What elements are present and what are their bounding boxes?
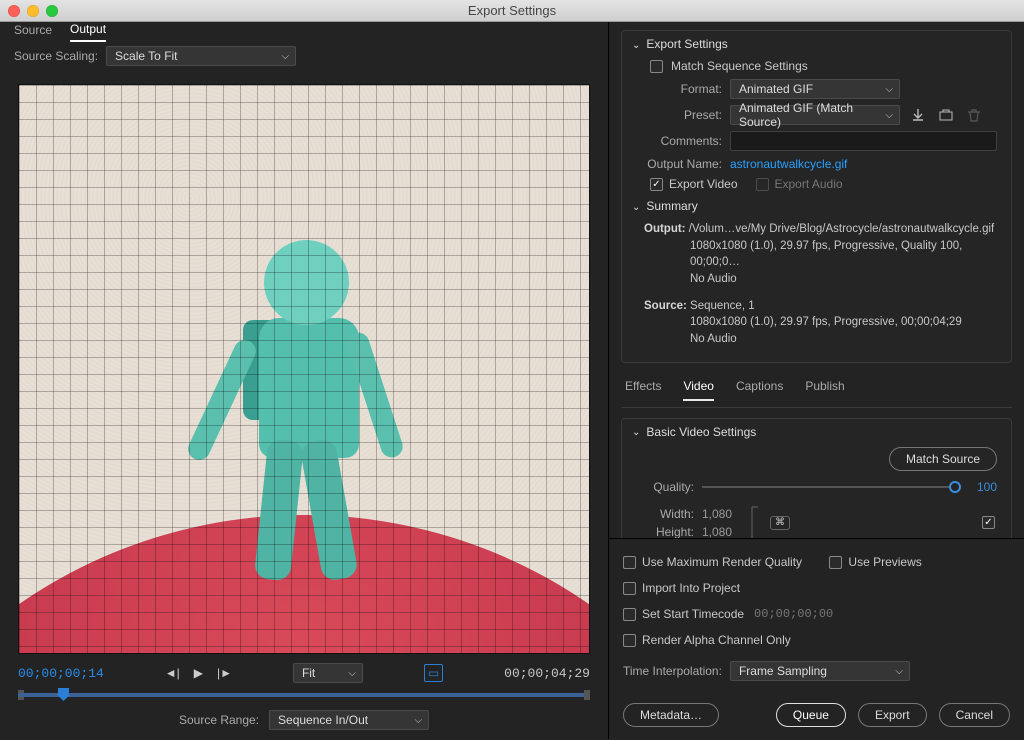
comments-label: Comments: <box>636 134 722 148</box>
export-settings-group: ⌄ Export Settings Match Sequence Setting… <box>621 30 1012 363</box>
tab-effects[interactable]: Effects <box>625 379 661 401</box>
source-scaling-select[interactable]: Scale To Fit ⌵ <box>106 46 296 66</box>
output-name-label: Output Name: <box>636 157 722 171</box>
preset-label: Preset: <box>636 108 722 122</box>
summary-title: Summary <box>646 199 697 213</box>
current-timecode[interactable]: 00;00;00;14 <box>18 666 104 681</box>
link-dimensions-bracket <box>746 501 770 538</box>
play-icon[interactable]: ▶ <box>194 666 203 680</box>
source-range-select[interactable]: Sequence In/Out ⌵ <box>269 710 429 730</box>
output-name-link[interactable]: astronautwalkcycle.gif <box>730 157 847 171</box>
source-range-label: Source Range: <box>179 713 259 727</box>
render-alpha-label: Render Alpha Channel Only <box>642 633 791 647</box>
match-sequence-checkbox[interactable] <box>650 60 663 73</box>
cancel-button[interactable]: Cancel <box>939 703 1010 727</box>
step-back-icon[interactable]: ◄| <box>165 666 180 680</box>
set-start-timecode-label: Set Start Timecode <box>642 607 744 621</box>
tab-source[interactable]: Source <box>14 23 52 41</box>
link-dimensions-toggle[interactable]: ⌘ <box>770 516 790 530</box>
preview-grid-overlay <box>19 85 589 653</box>
tab-publish[interactable]: Publish <box>805 379 844 401</box>
export-audio-label: Export Audio <box>775 177 843 191</box>
max-render-quality-label: Use Maximum Render Quality <box>642 555 802 569</box>
save-preset-icon[interactable] <box>908 105 928 125</box>
source-scaling-label: Source Scaling: <box>14 49 98 63</box>
format-value: Animated GIF <box>739 82 813 96</box>
render-alpha-checkbox[interactable] <box>623 634 636 647</box>
disclosure-icon[interactable]: ⌄ <box>632 202 640 213</box>
chevron-down-icon: ⌵ <box>348 668 356 679</box>
export-video-checkbox[interactable] <box>650 178 663 191</box>
time-interpolation-select[interactable]: Frame Sampling ⌵ <box>730 661 910 681</box>
export-button[interactable]: Export <box>858 703 927 727</box>
chevron-down-icon: ⌵ <box>414 715 422 726</box>
format-label: Format: <box>636 82 722 96</box>
source-scaling-value: Scale To Fit <box>115 49 177 63</box>
height-label: Height: <box>636 525 694 538</box>
comments-input[interactable] <box>730 131 997 151</box>
width-label: Width: <box>636 507 694 521</box>
step-forward-icon[interactable]: |► <box>217 666 232 680</box>
total-timecode: 00;00;04;29 <box>504 666 590 681</box>
quality-slider[interactable] <box>702 479 961 495</box>
export-video-label: Export Video <box>669 177 738 191</box>
set-start-timecode-checkbox[interactable] <box>623 608 636 621</box>
match-sequence-label: Match Sequence Settings <box>671 59 808 73</box>
summary-block: Output: /Volum…ve/My Drive/Blog/Astrocyc… <box>636 221 997 348</box>
export-settings-title: Export Settings <box>646 37 727 51</box>
format-select[interactable]: Animated GIF ⌵ <box>730 79 900 99</box>
timeline-scrubber[interactable] <box>18 690 590 700</box>
delete-preset-icon <box>964 105 984 125</box>
tab-video[interactable]: Video <box>683 379 713 401</box>
preview-zoom-select[interactable]: Fit ⌵ <box>293 663 363 683</box>
playhead[interactable] <box>58 688 69 701</box>
preview-zoom-value: Fit <box>302 666 315 680</box>
export-audio-checkbox <box>756 178 769 191</box>
window-titlebar: Export Settings <box>0 0 1024 22</box>
import-into-project-checkbox[interactable] <box>623 582 636 595</box>
quality-value[interactable]: 100 <box>969 480 997 494</box>
use-previews-checkbox[interactable] <box>829 556 842 569</box>
window-title: Export Settings <box>0 3 1024 18</box>
match-source-button[interactable]: Match Source <box>889 447 997 471</box>
source-range-value: Sequence In/Out <box>278 713 368 727</box>
disclosure-icon[interactable]: ⌄ <box>632 40 640 51</box>
chevron-down-icon: ⌵ <box>885 84 893 95</box>
height-field[interactable]: 1,080 <box>702 525 746 538</box>
chevron-down-icon: ⌵ <box>895 666 903 677</box>
metadata-button[interactable]: Metadata… <box>623 703 719 727</box>
export-footer: Use Maximum Render Quality Use Previews … <box>609 538 1024 739</box>
basic-video-group: ⌄ Basic Video Settings Match Source Qual… <box>621 418 1012 538</box>
tab-output[interactable]: Output <box>70 22 106 42</box>
import-preset-icon[interactable] <box>936 105 956 125</box>
tab-captions[interactable]: Captions <box>736 379 783 401</box>
preset-select[interactable]: Animated GIF (Match Source) ⌵ <box>730 105 900 125</box>
aspect-correction-icon[interactable]: ▭ <box>424 664 443 682</box>
chevron-down-icon: ⌵ <box>281 51 289 62</box>
max-render-quality-checkbox[interactable] <box>623 556 636 569</box>
queue-button[interactable]: Queue <box>776 703 846 727</box>
time-interpolation-value: Frame Sampling <box>739 664 827 678</box>
time-interpolation-label: Time Interpolation: <box>623 664 722 678</box>
basic-video-title: Basic Video Settings <box>646 425 756 439</box>
import-into-project-label: Import Into Project <box>642 581 740 595</box>
preview-tabs: Source Output <box>0 22 608 42</box>
preset-value: Animated GIF (Match Source) <box>739 101 885 129</box>
match-source-dimensions-checkbox[interactable] <box>982 516 995 529</box>
use-previews-label: Use Previews <box>848 555 921 569</box>
disclosure-icon[interactable]: ⌄ <box>632 427 640 438</box>
settings-tabs: Effects Video Captions Publish <box>621 373 1012 408</box>
start-timecode-field[interactable]: 00;00;00;00 <box>754 607 833 621</box>
preview-canvas[interactable] <box>18 84 590 654</box>
quality-label: Quality: <box>636 480 694 494</box>
width-field[interactable]: 1,080 <box>702 507 746 521</box>
chevron-down-icon: ⌵ <box>885 110 893 121</box>
